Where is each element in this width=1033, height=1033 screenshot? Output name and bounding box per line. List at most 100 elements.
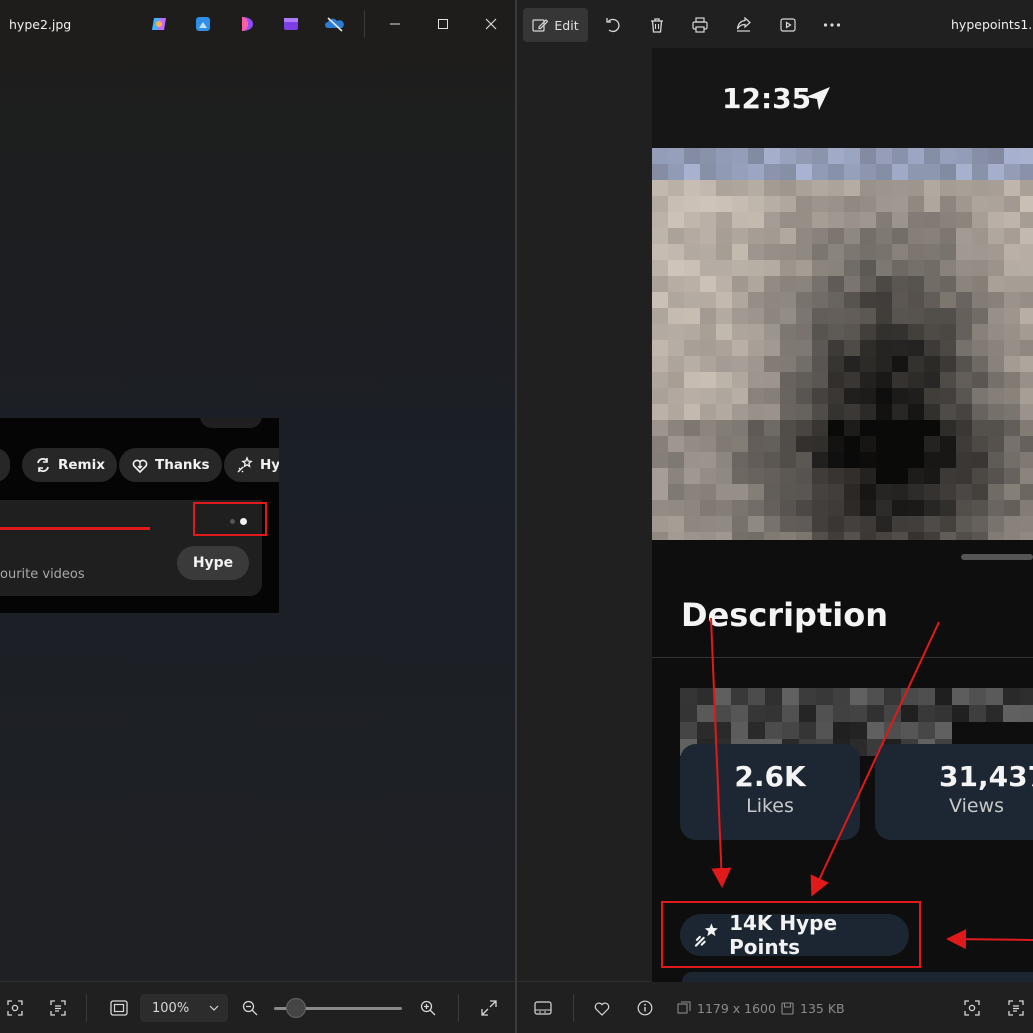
mosaic-tile (860, 420, 877, 437)
mosaic-tile (668, 452, 685, 469)
mosaic-tile (860, 212, 877, 229)
mosaic-tile (1020, 340, 1033, 357)
cropped-image-content: Remix Thanks Hy ourite videos Hype (0, 418, 279, 613)
mosaic-tile (844, 324, 861, 341)
visual-search-button[interactable] (2, 994, 28, 1022)
more-options-button[interactable] (818, 8, 846, 42)
mosaic-tile (796, 516, 813, 533)
mosaic-tile (716, 244, 733, 261)
mosaic-tile (876, 292, 893, 309)
mosaic-tile (940, 212, 957, 229)
mosaic-tile (1020, 372, 1033, 389)
clipchamp-icon[interactable] (280, 13, 302, 35)
fit-to-window-button[interactable] (104, 994, 134, 1022)
mosaic-tile (828, 164, 845, 181)
onedrive-icon[interactable] (324, 13, 346, 35)
mosaic-tile (700, 324, 717, 341)
mosaic-tile (812, 404, 829, 421)
print-button[interactable] (686, 8, 714, 42)
likes-value: 2.6K (734, 760, 806, 793)
designer-icon[interactable] (236, 13, 258, 35)
fullscreen-button[interactable] (476, 994, 502, 1022)
mosaic-tile (956, 148, 973, 165)
slideshow-button[interactable] (774, 8, 802, 42)
copilot-icon[interactable] (148, 13, 170, 35)
rotate-icon (606, 18, 620, 33)
mosaic-tile (892, 484, 909, 501)
mosaic-tile (684, 500, 701, 517)
mosaic-tile (1004, 500, 1021, 517)
mosaic-tile (652, 404, 669, 421)
zoom-value: 100% (152, 1000, 190, 1016)
mosaic-tile (988, 148, 1005, 165)
mosaic-tile (940, 148, 957, 165)
mosaic-tile (780, 388, 797, 405)
mosaic-tile (732, 276, 749, 293)
mosaic-tile (876, 468, 893, 485)
mosaic-tile (956, 180, 973, 197)
mosaic-tile (684, 420, 701, 437)
mosaic-tile (748, 164, 765, 181)
mosaic-tile (716, 420, 733, 437)
mosaic-tile (748, 452, 765, 469)
file-info-button[interactable] (632, 994, 658, 1022)
blur-text-tile (935, 688, 952, 705)
mosaic-tile (860, 228, 877, 245)
blur-text-tile (714, 705, 731, 722)
mosaic-tile (1004, 196, 1021, 213)
share-button[interactable] (730, 8, 758, 42)
edit-button[interactable]: Edit (523, 8, 588, 42)
mosaic-tile (684, 228, 701, 245)
close-button[interactable] (468, 0, 514, 48)
mosaic-tile (924, 260, 941, 277)
mosaic-tile (940, 260, 957, 277)
filmstrip-button[interactable] (529, 994, 557, 1022)
mosaic-tile (828, 244, 845, 261)
mosaic-tile (700, 436, 717, 453)
mosaic-tile (716, 388, 733, 405)
zoom-in-button[interactable] (416, 994, 440, 1022)
mosaic-tile (908, 148, 925, 165)
mosaic-tile (812, 244, 829, 261)
mosaic-tile (924, 180, 941, 197)
mosaic-tile (988, 276, 1005, 293)
mosaic-tile (748, 260, 765, 277)
mosaic-tile (828, 324, 845, 341)
visual-search-button[interactable] (959, 994, 985, 1022)
mosaic-tile (844, 180, 861, 197)
zoom-dropdown[interactable]: 100% (140, 994, 228, 1022)
image-creator-icon[interactable] (192, 13, 214, 35)
blur-text-tile (816, 688, 833, 705)
mosaic-tile (924, 388, 941, 405)
mosaic-tile (828, 260, 845, 277)
mosaic-tile (700, 452, 717, 469)
mosaic-tile (748, 484, 765, 501)
mosaic-tile (940, 420, 957, 437)
mosaic-tile (908, 404, 925, 421)
printer-icon (692, 17, 708, 33)
annotation-underline (0, 527, 150, 530)
mosaic-tile (668, 484, 685, 501)
mosaic-tile (860, 404, 877, 421)
maximize-button[interactable] (420, 0, 466, 48)
mosaic-tile (812, 164, 829, 181)
mosaic-tile (924, 420, 941, 437)
rotate-button[interactable] (599, 8, 627, 42)
text-scan-button[interactable] (44, 994, 72, 1022)
delete-button[interactable] (643, 8, 671, 42)
mosaic-tile (940, 164, 957, 181)
minimize-button[interactable] (372, 0, 418, 48)
mosaic-tile (700, 228, 717, 245)
zoom-out-button[interactable] (238, 994, 262, 1022)
mosaic-tile (988, 372, 1005, 389)
text-scan-button[interactable] (1003, 994, 1029, 1022)
mosaic-tile (860, 260, 877, 277)
mosaic-tile (892, 468, 909, 485)
favorite-button[interactable] (589, 994, 615, 1022)
mosaic-tile (956, 228, 973, 245)
edit-image-icon (532, 19, 549, 32)
mosaic-tile (684, 388, 701, 405)
zoom-slider-thumb[interactable] (286, 998, 306, 1018)
zoom-slider[interactable] (272, 994, 404, 1022)
mosaic-tile (748, 516, 765, 533)
